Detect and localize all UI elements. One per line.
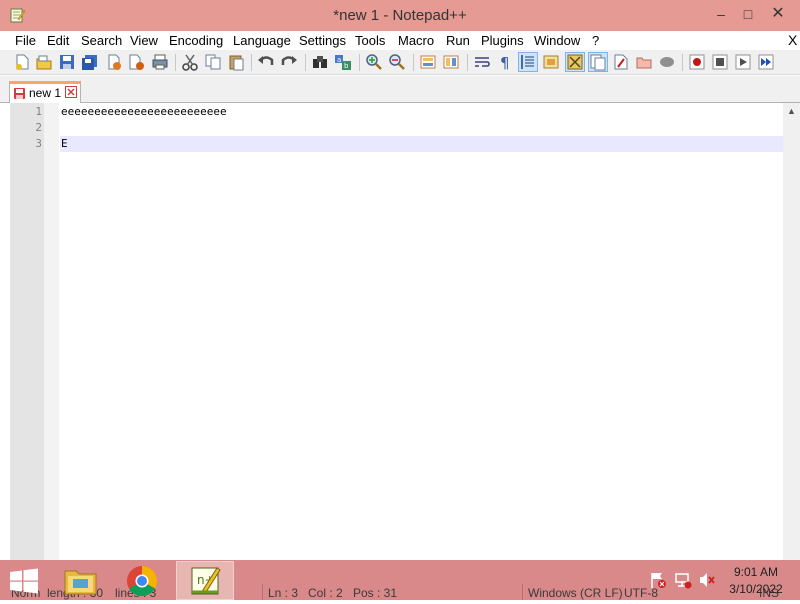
toolbar-separator [413,54,414,71]
folder-icon[interactable] [60,561,100,600]
toolbar-separator [682,54,683,71]
stop-record-icon[interactable] [711,53,729,71]
line-number: 1 [35,105,42,118]
monitoring-icon[interactable] [658,53,676,71]
tab-bar: new 1 [0,76,800,103]
redo-icon[interactable] [280,53,298,71]
unsaved-file-icon [14,88,25,99]
line-number: 2 [35,121,42,134]
copy-icon[interactable] [204,53,222,71]
current-editor-line[interactable]: E [60,136,783,152]
open-file-icon[interactable] [35,53,53,71]
user-language-icon[interactable] [542,53,560,71]
fold-margin[interactable] [44,103,59,560]
windows-start-icon[interactable] [9,568,39,594]
doc-map-icon[interactable] [565,52,585,72]
menu-run[interactable]: Run [446,33,470,48]
tab-new-1[interactable]: new 1 [9,81,81,103]
print-icon[interactable] [151,53,169,71]
paste-icon[interactable] [227,53,245,71]
menu-help[interactable]: ? [592,33,599,48]
status-line-number: Ln : 3 [268,586,299,600]
maximize-button[interactable]: □ [734,4,762,24]
toolbar-separator [175,54,176,71]
close-window-button[interactable]: ✕ [764,4,792,24]
editor-line[interactable] [60,120,783,136]
record-macro-icon[interactable] [688,53,706,71]
network-icon[interactable] [674,571,692,589]
word-wrap-icon[interactable] [473,53,491,71]
status-eol: Windows (CR LF) [528,586,623,600]
line-number: 3 [35,137,42,150]
menu-window[interactable]: Window [534,33,580,48]
action-center-flag-icon[interactable] [649,571,667,589]
folder-icon[interactable] [635,53,653,71]
title-bar: *new 1 - Notepad++ – □ ✕ [0,0,800,31]
menu-settings[interactable]: Settings [299,33,346,48]
replace-icon[interactable]: ab [334,53,352,71]
minimize-button[interactable]: – [707,4,735,24]
save-icon[interactable] [58,53,76,71]
menu-tools[interactable]: Tools [355,33,385,48]
function-list-icon[interactable] [588,52,608,72]
menu-search[interactable]: Search [81,33,122,48]
chrome-icon[interactable] [120,561,164,600]
toolbar-separator [467,54,468,71]
close-document-button[interactable]: X [788,32,797,48]
menu-view[interactable]: View [130,33,158,48]
cut-icon[interactable] [181,53,199,71]
new-file-icon[interactable] [13,53,31,71]
folder-workspace-icon[interactable] [612,53,630,71]
clock-date[interactable]: 3/10/2022 [722,582,790,596]
status-position: Pos : 31 [353,586,398,600]
indent-guide-icon[interactable] [518,52,538,72]
notepad-plus-plus-icon: n+ [191,567,221,595]
window-title: *new 1 - Notepad++ [333,7,467,24]
vertical-scrollbar[interactable]: ▲ [783,103,800,560]
toolbar: ab ¶ [0,50,800,75]
tab-close-icon[interactable] [65,86,77,98]
menu-edit[interactable]: Edit [47,33,69,48]
taskbar: Norm length : 30 lines : 3 Ln : 3 Col : … [0,560,800,600]
sync-horizontal-icon[interactable] [442,53,460,71]
find-icon[interactable] [311,53,329,71]
editor-line[interactable]: eeeeeeeeeeeeeeeeeeeeeeeee [60,104,783,120]
menu-file[interactable]: File [15,33,36,48]
close-all-icon[interactable] [128,53,146,71]
zoom-out-icon[interactable] [388,53,406,71]
status-separator [262,584,263,600]
toolbar-separator [305,54,306,71]
line-number-margin [10,103,44,560]
run-macro-multiple-icon[interactable] [757,53,775,71]
menu-encoding[interactable]: Encoding [169,33,223,48]
clock-time[interactable]: 9:01 AM [722,565,790,579]
status-column: Col : 2 [308,586,343,600]
menu-language[interactable]: Language [233,33,291,48]
taskbar-app-notepad-plus-plus[interactable]: n+ [176,561,234,600]
toolbar-separator [359,54,360,71]
undo-icon[interactable] [257,53,275,71]
play-macro-icon[interactable] [734,53,752,71]
menu-bar: File Edit Search View Encoding Language … [0,31,800,50]
show-all-chars-icon[interactable]: ¶ [496,53,514,71]
sync-vertical-icon[interactable] [419,53,437,71]
volume-muted-icon[interactable] [698,571,716,589]
status-separator [522,584,523,600]
svg-text:a: a [337,56,341,64]
tab-label: new 1 [29,86,62,100]
save-all-icon[interactable] [81,53,99,71]
svg-text:¶: ¶ [500,54,510,71]
scroll-up-arrow-icon[interactable]: ▲ [783,106,800,120]
svg-text:b: b [344,62,349,70]
toolbar-separator [251,54,252,71]
menu-macro[interactable]: Macro [398,33,434,48]
editor-area[interactable]: 1 2 3 eeeeeeeeeeeeeeeeeeeeeeeee E ▲ [0,103,800,560]
zoom-in-icon[interactable] [365,53,383,71]
close-icon[interactable] [105,53,123,71]
menu-plugins[interactable]: Plugins [481,33,524,48]
